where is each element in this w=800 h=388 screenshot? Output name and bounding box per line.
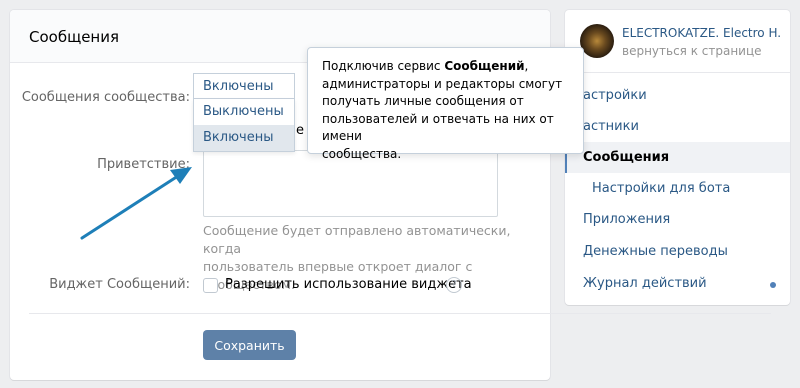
sidebar-item-action-log[interactable]: Журнал действий xyxy=(565,268,790,299)
sidebar-item-money-transfers[interactable]: Денежные переводы xyxy=(565,236,790,267)
messages-status-dropdown: Выключены Включены xyxy=(193,99,295,152)
widget-label: Виджет Сообщений: xyxy=(49,277,190,292)
sidebar-item-messages[interactable]: Сообщения xyxy=(565,142,790,173)
community-messages-label: Сообщения сообщества: xyxy=(21,90,190,105)
save-button[interactable]: Сохранить xyxy=(203,330,296,360)
sidebar-item-apps[interactable]: Приложения xyxy=(565,204,790,235)
widget-checkbox-label[interactable]: Разрешить использование виджета xyxy=(225,277,472,292)
tooltip-text-1c: , xyxy=(524,59,529,73)
select-current-value: Включены xyxy=(203,79,274,94)
tooltip-text-3: получать личные сообщения от xyxy=(322,94,524,108)
obscured-text: е xyxy=(296,123,304,138)
hint-line-1: Сообщение будет отправлено автоматически… xyxy=(203,223,511,256)
tooltip-text-1a: Подключив сервис xyxy=(322,59,445,73)
greeting-label: Приветствие: xyxy=(97,157,190,172)
back-to-page-link[interactable]: вернуться к странице xyxy=(622,44,762,58)
widget-checkbox[interactable] xyxy=(203,278,218,293)
avatar[interactable] xyxy=(580,24,614,58)
group-name-link[interactable]: ELECTROKATZE. Electro H... xyxy=(622,26,782,40)
sidebar-item-bot-settings[interactable]: Настройки для бота xyxy=(565,173,790,204)
notification-dot xyxy=(770,282,776,288)
messages-tooltip: Подключив сервис Сообщений, администрато… xyxy=(307,47,584,161)
sidebar: ELECTROKATZE. Electro H... вернуться к с… xyxy=(565,10,790,305)
tooltip-text-4: пользователей и отвечать на них от имени xyxy=(322,111,554,144)
messages-status-select[interactable]: Включены xyxy=(193,73,295,99)
sidebar-item-settings[interactable]: астройки xyxy=(565,80,790,111)
tooltip-text-2: администраторы и редакторы смогут xyxy=(322,76,563,91)
help-icon[interactable]: ? xyxy=(446,277,462,293)
group-header: ELECTROKATZE. Electro H... вернуться к с… xyxy=(565,10,790,73)
option-enabled[interactable]: Включены xyxy=(194,125,294,151)
option-disabled[interactable]: Выключены xyxy=(194,99,294,125)
form-divider xyxy=(29,313,771,314)
sidebar-item-members[interactable]: астники xyxy=(565,111,790,142)
tooltip-text-5: сообщества. xyxy=(322,146,402,161)
tooltip-text-1b: Сообщений xyxy=(444,59,525,73)
